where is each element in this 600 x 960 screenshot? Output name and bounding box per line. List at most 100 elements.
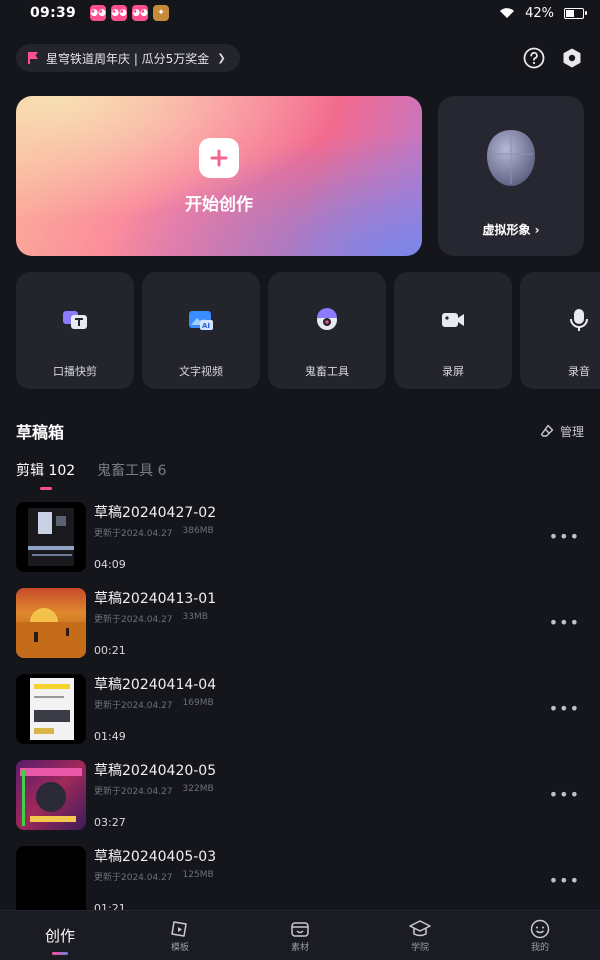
draft-thumbnail: [16, 588, 86, 658]
status-time: 09:39: [30, 5, 77, 21]
tool-screen-record[interactable]: 录屏: [394, 272, 512, 389]
tools-row: 口播快剪 AI 文字视频 鬼畜工具 录屏 录音: [16, 272, 600, 389]
draft-title: 草稿20240413-01: [94, 591, 217, 607]
tool-label: 鬼畜工具: [305, 365, 349, 378]
flag-icon: [28, 52, 38, 64]
draft-tabs: 剪辑 102 鬼畜工具 6: [16, 460, 167, 490]
more-icon[interactable]: •••: [549, 871, 580, 890]
svg-text:AI: AI: [202, 322, 210, 330]
draft-updated: 更新于2024.04.27: [94, 787, 173, 797]
draft-duration: 01:49: [94, 730, 126, 743]
nav-material[interactable]: 素材: [240, 911, 360, 960]
tool-audio-record[interactable]: 录音: [520, 272, 600, 389]
more-icon[interactable]: •••: [549, 613, 580, 632]
draft-size: 386MB: [182, 526, 214, 536]
more-icon[interactable]: •••: [549, 699, 580, 718]
draft-meta: 更新于2024.04.27 33MB: [94, 612, 208, 625]
microphone-icon: [570, 309, 588, 331]
draft-title: 草稿20240414-04: [94, 677, 217, 693]
more-icon[interactable]: •••: [549, 785, 580, 804]
draft-thumbnail: [16, 760, 86, 830]
nav-label: 我的: [530, 943, 549, 953]
draft-size: 169MB: [182, 698, 214, 708]
nav-label: 创作: [44, 927, 75, 945]
draft-updated: 更新于2024.04.27: [94, 529, 173, 539]
draft-title: 草稿20240405-03: [94, 849, 217, 865]
drafts-header: 草稿箱 管理: [16, 420, 584, 442]
eraser-icon: [540, 424, 554, 437]
draft-meta: 更新于2024.04.27 125MB: [94, 870, 214, 883]
battery-percent: 42%: [525, 5, 554, 21]
nav-create[interactable]: 创作: [0, 911, 120, 960]
status-bar: 09:39 ◕◕ ◕◕ ◕◕ ✦ 42%: [0, 0, 600, 26]
drafts-title: 草稿箱: [16, 423, 65, 442]
mask-avatar-icon: [487, 130, 535, 186]
draft-item[interactable]: 草稿20240427-02 更新于2024.04.27 386MB 04:09 …: [0, 500, 600, 572]
nav-profile[interactable]: 我的: [480, 911, 600, 960]
tool-remix[interactable]: 鬼畜工具: [268, 272, 386, 389]
manage-button[interactable]: 管理: [540, 423, 584, 440]
tool-label: 录音: [568, 365, 590, 378]
draft-item[interactable]: 草稿20240413-01 更新于2024.04.27 33MB 00:21 •…: [0, 586, 600, 658]
draft-updated: 更新于2024.04.27: [94, 701, 173, 711]
tab-remix[interactable]: 鬼畜工具 6: [97, 460, 166, 486]
draft-title: 草稿20240420-05: [94, 763, 217, 779]
nav-label: 素材: [290, 943, 309, 953]
event-banner-text: 星穹铁道周年庆 | 瓜分5万奖金: [46, 51, 210, 66]
nav-active-indicator: [52, 952, 68, 955]
academy-icon: [409, 920, 431, 937]
draft-updated: 更新于2024.04.27: [94, 873, 173, 883]
draft-updated: 更新于2024.04.27: [94, 615, 173, 625]
material-icon: [291, 922, 309, 937]
battery-icon: [564, 7, 587, 19]
draft-size: 125MB: [182, 870, 214, 880]
tool-label: 文字视频: [179, 365, 223, 378]
draft-item[interactable]: 草稿20240405-03 更新于2024.04.27 125MB 01:21 …: [0, 844, 600, 910]
draft-list: 草稿20240427-02 更新于2024.04.27 386MB 04:09 …: [0, 500, 600, 910]
draft-meta: 更新于2024.04.27 169MB: [94, 698, 214, 711]
start-create-button[interactable]: 开始创作: [16, 96, 422, 256]
help-icon[interactable]: [522, 46, 546, 70]
plus-icon: [199, 137, 239, 178]
wifi-icon: [500, 8, 515, 18]
event-banner[interactable]: 星穹铁道周年庆 | 瓜分5万奖金 ❯: [16, 44, 240, 72]
tab-edit[interactable]: 剪辑 102: [16, 460, 75, 490]
virtual-avatar-label: 虚拟形象 ›: [482, 223, 540, 237]
app-notification-icon: ◕◕: [90, 5, 107, 21]
talk-edit-icon: [63, 311, 87, 329]
game-notification-icon: ✦: [153, 5, 170, 21]
nav-label: 模板: [170, 943, 189, 953]
chevron-right-icon: ❯: [217, 52, 226, 64]
text-video-icon: AI: [189, 311, 213, 330]
tool-talk-edit[interactable]: 口播快剪: [16, 272, 134, 389]
draft-size: 33MB: [182, 612, 208, 622]
draft-item[interactable]: 草稿20240420-05 更新于2024.04.27 322MB 03:27 …: [0, 758, 600, 830]
tool-label: 录屏: [442, 365, 464, 378]
draft-size: 322MB: [182, 784, 214, 794]
manage-label: 管理: [559, 424, 584, 439]
remix-tool-icon: [317, 308, 337, 330]
draft-duration: 01:21: [94, 902, 126, 910]
app-notification-icon: ◕◕: [132, 5, 149, 21]
draft-duration: 00:21: [94, 644, 126, 657]
draft-meta: 更新于2024.04.27 386MB: [94, 526, 214, 539]
tool-label: 口播快剪: [53, 365, 97, 378]
draft-duration: 03:27: [94, 816, 126, 829]
nav-template[interactable]: 模板: [120, 911, 240, 960]
nav-academy[interactable]: 学院: [360, 911, 480, 960]
notification-icons: ◕◕ ◕◕ ◕◕ ✦: [90, 5, 170, 21]
draft-item[interactable]: 草稿20240414-04 更新于2024.04.27 169MB 01:49 …: [0, 672, 600, 744]
more-icon[interactable]: •••: [549, 527, 580, 546]
nav-label: 学院: [410, 943, 429, 953]
draft-thumbnail: [16, 674, 86, 744]
draft-title: 草稿20240427-02: [94, 505, 217, 521]
draft-duration: 04:09: [94, 558, 126, 571]
virtual-avatar-card[interactable]: 虚拟形象 ›: [438, 96, 584, 256]
start-create-label: 开始创作: [185, 194, 253, 215]
draft-thumbnail: [16, 846, 86, 910]
draft-thumbnail: [16, 502, 86, 572]
bottom-nav: 创作 模板 素材 学院 我的: [0, 910, 600, 960]
profile-icon: [530, 919, 550, 939]
tool-text-video[interactable]: AI 文字视频: [142, 272, 260, 389]
settings-hex-icon[interactable]: [560, 46, 584, 70]
